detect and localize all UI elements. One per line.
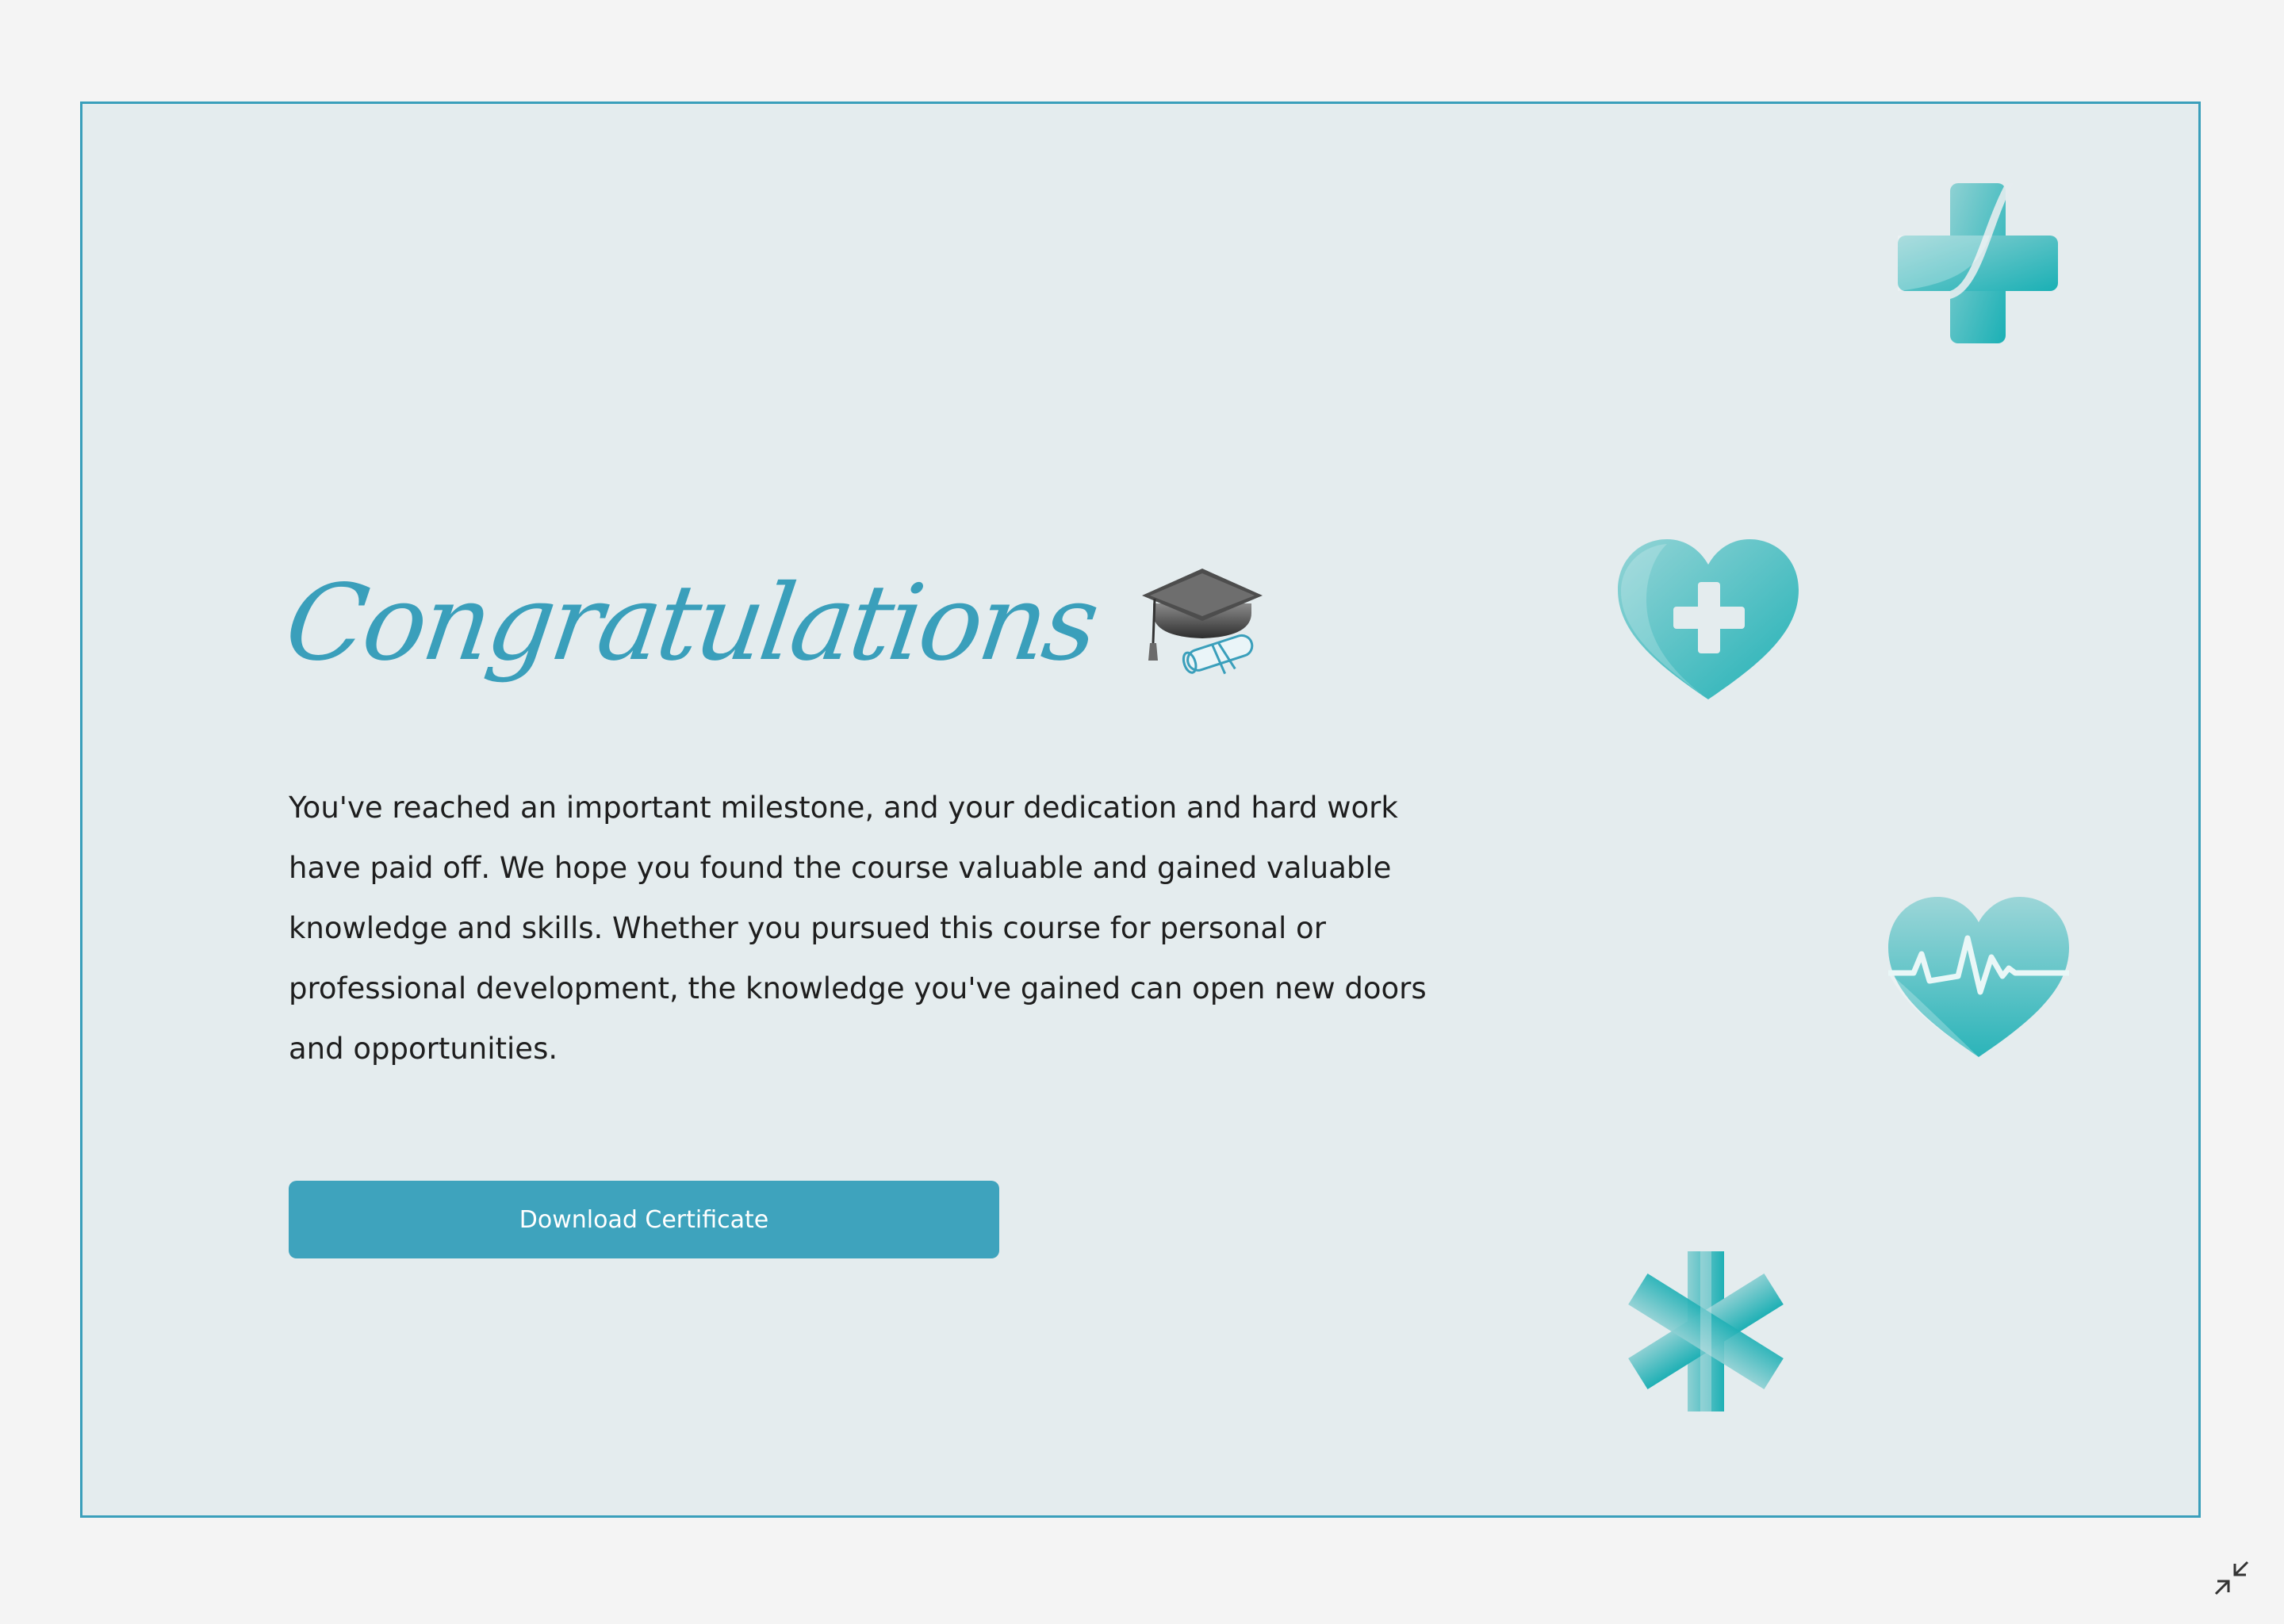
graduation-cap-icon: [1142, 569, 1263, 675]
congratulations-title: Congratulations: [278, 562, 1104, 684]
exit-fullscreen-icon[interactable]: [2209, 1556, 2254, 1600]
medical-asterisk-icon: [1628, 1251, 1784, 1411]
heartbeat-heart-icon: [1888, 897, 2069, 1057]
title-row: Congratulations: [278, 562, 1266, 684]
download-certificate-button[interactable]: Download Certificate: [289, 1181, 999, 1258]
medical-cross-icon: [1898, 183, 2058, 343]
congratulations-message: You've reached an important milestone, a…: [289, 791, 1427, 1066]
certificate-card: Congratulations You've reached an import…: [80, 102, 2201, 1518]
heart-plus-icon: [1618, 539, 1799, 699]
